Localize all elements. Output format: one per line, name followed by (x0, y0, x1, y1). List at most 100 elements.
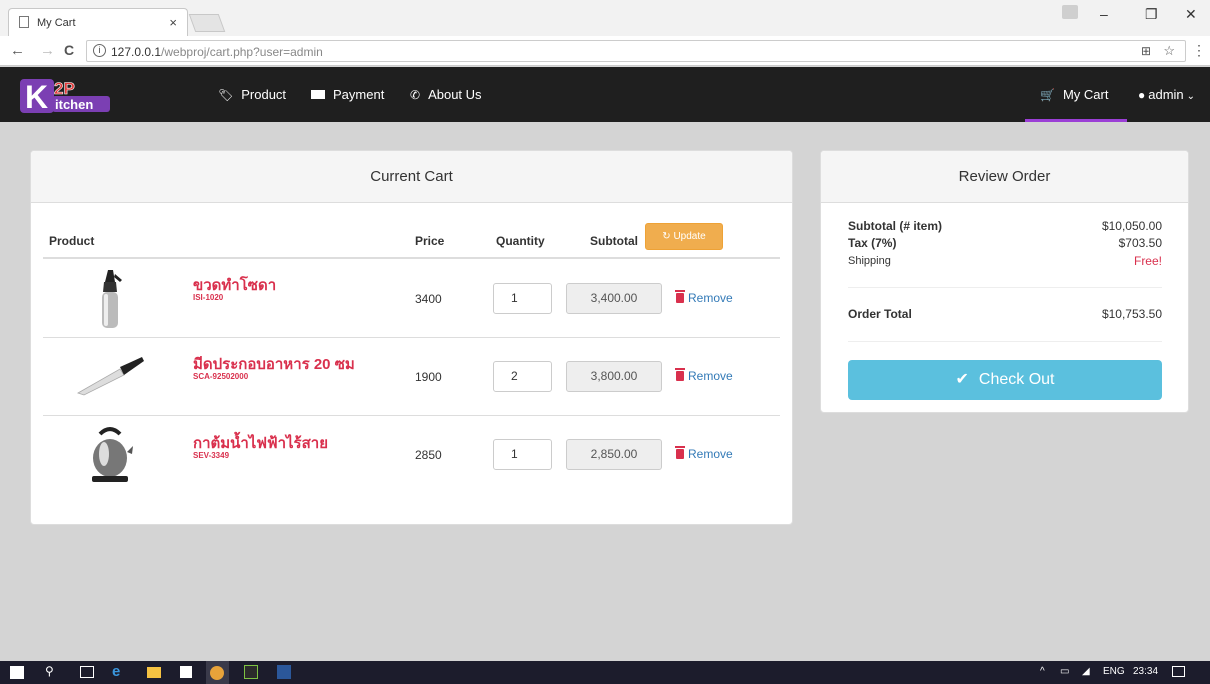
item-subtotal: 2,850.00 (566, 439, 662, 470)
tag-icon: 🏷 (218, 88, 234, 102)
checkout-label: Check Out (978, 371, 1055, 388)
file-explorer-icon[interactable] (147, 667, 161, 678)
update-button[interactable]: ↻ Update (645, 223, 723, 250)
soda-siphon-image (95, 268, 125, 330)
tax-label: Tax (7%) (848, 236, 897, 250)
chevron-down-icon: ⌄ (1186, 91, 1196, 102)
edge-icon[interactable]: e (112, 663, 120, 680)
forward-icon[interactable]: → (40, 42, 55, 59)
subtotal-value: $10,050.00 (1101, 219, 1162, 233)
checkout-button[interactable]: ✔ Check Out (848, 360, 1162, 400)
remove-label: Remove (688, 447, 733, 461)
shipping-label: Shipping (848, 255, 891, 267)
word-icon[interactable] (277, 665, 291, 679)
user-menu[interactable]: ● admin ⌄ (1138, 87, 1195, 102)
task-view-icon[interactable] (80, 666, 94, 678)
menu-icon[interactable]: ⋮ (1192, 42, 1206, 59)
tax-value: $703.50 (1118, 236, 1162, 250)
tab-title: My Cart (37, 17, 76, 29)
product-code: SCA-92502000 (193, 372, 249, 381)
quantity-input[interactable]: 2 (493, 361, 552, 392)
address-bar: ← → C i 127.0.0.1/webproj/cart.php?user=… (0, 36, 1210, 66)
browser-tab[interactable]: My Cart × (8, 8, 188, 36)
windows-start-icon[interactable] (10, 666, 24, 679)
tray-chevron-icon[interactable]: ^ (1040, 666, 1045, 677)
logo-bottom: itchen (55, 97, 93, 112)
logo-top: 2P (54, 79, 75, 98)
user-icon: ● (1138, 88, 1146, 102)
item-subtotal: 3,800.00 (566, 361, 662, 392)
tab-close-icon[interactable]: × (169, 15, 177, 30)
quantity-input[interactable]: 1 (493, 439, 552, 470)
nav-about[interactable]: ✆ About Us (410, 87, 482, 102)
remove-label: Remove (688, 369, 733, 383)
reload-icon[interactable]: C (64, 42, 74, 58)
info-icon[interactable]: i (93, 44, 106, 57)
url-host: 127.0.0.1 (111, 45, 162, 59)
remove-button[interactable]: Remove (675, 446, 733, 461)
battery-icon[interactable]: ▭ (1060, 666, 1069, 677)
user-name: admin (1148, 87, 1184, 102)
translate-icon[interactable]: ⊞ (1141, 44, 1151, 58)
trash-icon (675, 368, 685, 381)
nav-payment-label: Payment (333, 87, 385, 102)
restore-icon[interactable]: ❐ (1145, 6, 1158, 23)
review-order-heading: Review Order (821, 151, 1188, 203)
os-taskbar: ⚲ e ^ ▭ ◢ ENG 23:34 (0, 661, 1210, 684)
item-price: 3400 (415, 292, 442, 306)
check-icon: ✔ (955, 371, 969, 388)
item-price: 1900 (415, 370, 442, 384)
item-subtotal: 3,400.00 (566, 283, 662, 314)
review-divider (848, 287, 1162, 288)
col-subtotal: Subtotal (590, 234, 638, 248)
language-indicator[interactable]: ENG (1103, 666, 1125, 677)
col-product: Product (49, 234, 95, 248)
nav-mycart-label: My Cart (1062, 87, 1109, 102)
nav-product[interactable]: 🏷 Product (218, 87, 286, 102)
url-path: /webproj/cart.php?user=admin (161, 45, 323, 59)
col-quantity: Quantity (496, 234, 545, 248)
trash-icon (675, 290, 685, 303)
wifi-icon[interactable]: ◢ (1082, 666, 1090, 677)
subtotal-label: Subtotal (# item) (848, 219, 943, 233)
minimize-icon[interactable]: – (1100, 6, 1108, 22)
trash-icon (675, 446, 685, 459)
review-divider (848, 341, 1162, 342)
row-divider (43, 337, 780, 338)
nav-payment[interactable]: Payment (311, 87, 384, 102)
current-cart-heading: Current Cart (31, 151, 792, 203)
order-total-label: Order Total (848, 307, 912, 321)
cart-icon: 🛒 (1040, 88, 1055, 102)
quantity-input[interactable]: 1 (493, 283, 552, 314)
back-icon[interactable]: ← (10, 42, 25, 59)
remove-button[interactable]: Remove (675, 290, 733, 305)
star-icon[interactable]: ☆ (1163, 43, 1175, 59)
clock[interactable]: 23:34 (1133, 666, 1158, 677)
site-logo[interactable]: K 2P itchen (20, 79, 112, 115)
phone-icon: ✆ (410, 88, 421, 102)
nav-mycart[interactable]: 🛒 My Cart (1040, 87, 1108, 102)
remove-button[interactable]: Remove (675, 368, 733, 383)
profile-icon[interactable] (1062, 5, 1078, 19)
refresh-icon: ↻ (662, 231, 671, 242)
dreamweaver-icon[interactable] (244, 665, 258, 679)
nav-product-label: Product (241, 87, 287, 102)
update-label: Update (673, 231, 706, 242)
header-divider (43, 257, 780, 259)
url-input[interactable]: i 127.0.0.1/webproj/cart.php?user=admin … (86, 40, 1186, 62)
chef-knife-image (76, 355, 144, 397)
notifications-icon[interactable] (1172, 666, 1185, 677)
browser-tabbar: My Cart × – ❐ ✕ (0, 0, 1210, 36)
item-price: 2850 (415, 448, 442, 462)
remove-label: Remove (688, 291, 733, 305)
nav-about-label: About Us (428, 87, 482, 102)
new-tab-button[interactable] (188, 14, 226, 32)
page-icon (19, 16, 29, 28)
search-icon[interactable]: ⚲ (45, 664, 54, 679)
product-code: ISI-1020 (193, 293, 224, 302)
store-icon[interactable] (180, 666, 192, 678)
electric-kettle-image (86, 424, 134, 484)
chrome-icon[interactable] (210, 666, 224, 680)
window-close-icon[interactable]: ✕ (1185, 6, 1197, 23)
row-divider (43, 415, 780, 416)
